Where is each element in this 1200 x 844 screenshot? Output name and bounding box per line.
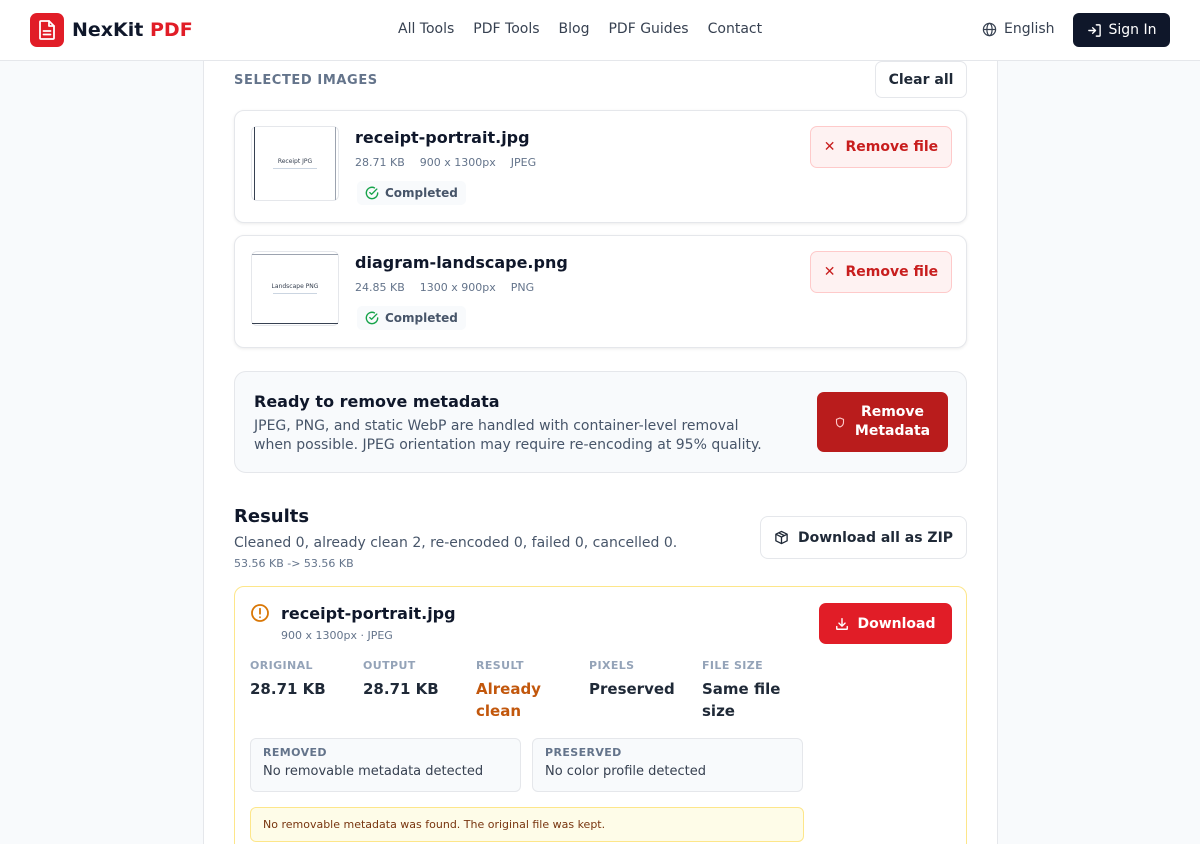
status-badge: Completed bbox=[357, 181, 466, 205]
download-button[interactable]: Download bbox=[819, 603, 952, 644]
brand-logo[interactable]: NexKit PDF bbox=[30, 13, 193, 47]
status-badge: Completed bbox=[357, 306, 466, 330]
result-file-name: receipt-portrait.jpg bbox=[281, 604, 456, 623]
download-zip-button[interactable]: Download all as ZIP bbox=[760, 516, 967, 559]
stat-output: OUTPUT 28.71 KB bbox=[363, 659, 439, 698]
file-size: 24.85 KB bbox=[355, 281, 405, 294]
preserved-box: PRESERVED No color profile detected bbox=[532, 738, 803, 792]
ready-panel: Ready to remove metadata JPEG, PNG, and … bbox=[234, 371, 967, 473]
sign-in-label: Sign In bbox=[1108, 22, 1157, 38]
globe-icon bbox=[982, 22, 997, 36]
nav-all-tools[interactable]: All Tools bbox=[398, 21, 454, 37]
download-zip-label: Download all as ZIP bbox=[797, 529, 954, 546]
main-nav: All Tools PDF Tools Blog PDF Guides Cont… bbox=[398, 21, 762, 37]
stat-pixels: PIXELS Preserved bbox=[589, 659, 675, 698]
sign-in-icon bbox=[1087, 23, 1101, 37]
check-circle-icon bbox=[365, 186, 379, 200]
language-label: English bbox=[1004, 21, 1055, 37]
nav-blog[interactable]: Blog bbox=[559, 21, 590, 37]
selected-images-heading: SELECTED IMAGES bbox=[234, 73, 378, 88]
result-file-meta: 900 x 1300px · JPEG bbox=[281, 629, 393, 642]
stat-result: RESULT Already clean bbox=[476, 659, 541, 720]
results-size-change: 53.56 KB -> 53.56 KB bbox=[234, 557, 354, 570]
file-format: PNG bbox=[510, 281, 535, 294]
file-dimensions: 900 x 1300px bbox=[419, 156, 496, 169]
file-thumbnail: Receipt JPG bbox=[251, 126, 339, 201]
download-icon bbox=[836, 617, 849, 630]
download-label: Download bbox=[857, 615, 936, 632]
thumbnail-title: Landscape PNG bbox=[271, 283, 319, 290]
remove-file-button[interactable]: ✕ Remove file bbox=[810, 251, 952, 293]
close-icon: ✕ bbox=[823, 264, 836, 280]
remove-file-button[interactable]: ✕ Remove file bbox=[810, 126, 952, 168]
nav-contact[interactable]: Contact bbox=[708, 21, 762, 37]
results-heading: Results bbox=[234, 506, 310, 527]
results-summary: Cleaned 0, already clean 2, re-encoded 0… bbox=[234, 535, 678, 551]
file-card: Landscape PNG diagram-landscape.png 24.8… bbox=[234, 235, 967, 348]
result-card: receipt-portrait.jpg 900 x 1300px · JPEG… bbox=[234, 586, 967, 844]
remove-metadata-button[interactable]: Remove Metadata bbox=[817, 392, 948, 452]
file-meta: 28.71 KB 900 x 1300px JPEG bbox=[355, 156, 536, 169]
package-icon bbox=[775, 530, 788, 545]
ready-description: JPEG, PNG, and static WebP are handled w… bbox=[254, 418, 762, 453]
status-label: Completed bbox=[385, 186, 458, 200]
stat-original: ORIGINAL 28.71 KB bbox=[250, 659, 326, 698]
close-icon: ✕ bbox=[823, 139, 836, 155]
nav-pdf-tools[interactable]: PDF Tools bbox=[473, 21, 539, 37]
file-dimensions: 1300 x 900px bbox=[419, 281, 496, 294]
stat-file-size: FILE SIZE Same file size bbox=[702, 659, 781, 720]
brand-name: NexKit PDF bbox=[72, 19, 193, 41]
main-panel: SELECTED IMAGES Clear all Receipt JPG re… bbox=[203, 61, 998, 844]
file-name: receipt-portrait.jpg bbox=[355, 128, 530, 147]
removed-box: REMOVED No removable metadata detected bbox=[250, 738, 521, 792]
sign-in-button[interactable]: Sign In bbox=[1073, 13, 1170, 47]
remove-file-label: Remove file bbox=[845, 264, 939, 280]
top-navbar: NexKit PDF All Tools PDF Tools Blog PDF … bbox=[0, 0, 1200, 61]
file-card: Receipt JPG receipt-portrait.jpg 28.71 K… bbox=[234, 110, 967, 223]
file-thumbnail: Landscape PNG bbox=[251, 251, 339, 326]
file-name: diagram-landscape.png bbox=[355, 253, 568, 272]
remove-file-label: Remove file bbox=[845, 139, 939, 155]
status-label: Completed bbox=[385, 311, 458, 325]
language-selector[interactable]: English bbox=[982, 21, 1055, 37]
remove-metadata-label: Remove Metadata bbox=[854, 404, 931, 439]
shield-icon bbox=[835, 416, 844, 428]
ready-title: Ready to remove metadata bbox=[254, 392, 500, 411]
thumbnail-title: Receipt JPG bbox=[277, 158, 313, 165]
file-meta: 24.85 KB 1300 x 900px PNG bbox=[355, 281, 534, 294]
clear-all-button[interactable]: Clear all bbox=[875, 61, 967, 98]
result-note: No removable metadata was found. The ori… bbox=[250, 807, 804, 842]
pdf-file-icon bbox=[30, 13, 64, 47]
alert-circle-icon bbox=[250, 603, 270, 627]
file-size: 28.71 KB bbox=[355, 156, 405, 169]
nav-pdf-guides[interactable]: PDF Guides bbox=[608, 21, 688, 37]
check-circle-icon bbox=[365, 311, 379, 325]
file-format: JPEG bbox=[510, 156, 537, 169]
